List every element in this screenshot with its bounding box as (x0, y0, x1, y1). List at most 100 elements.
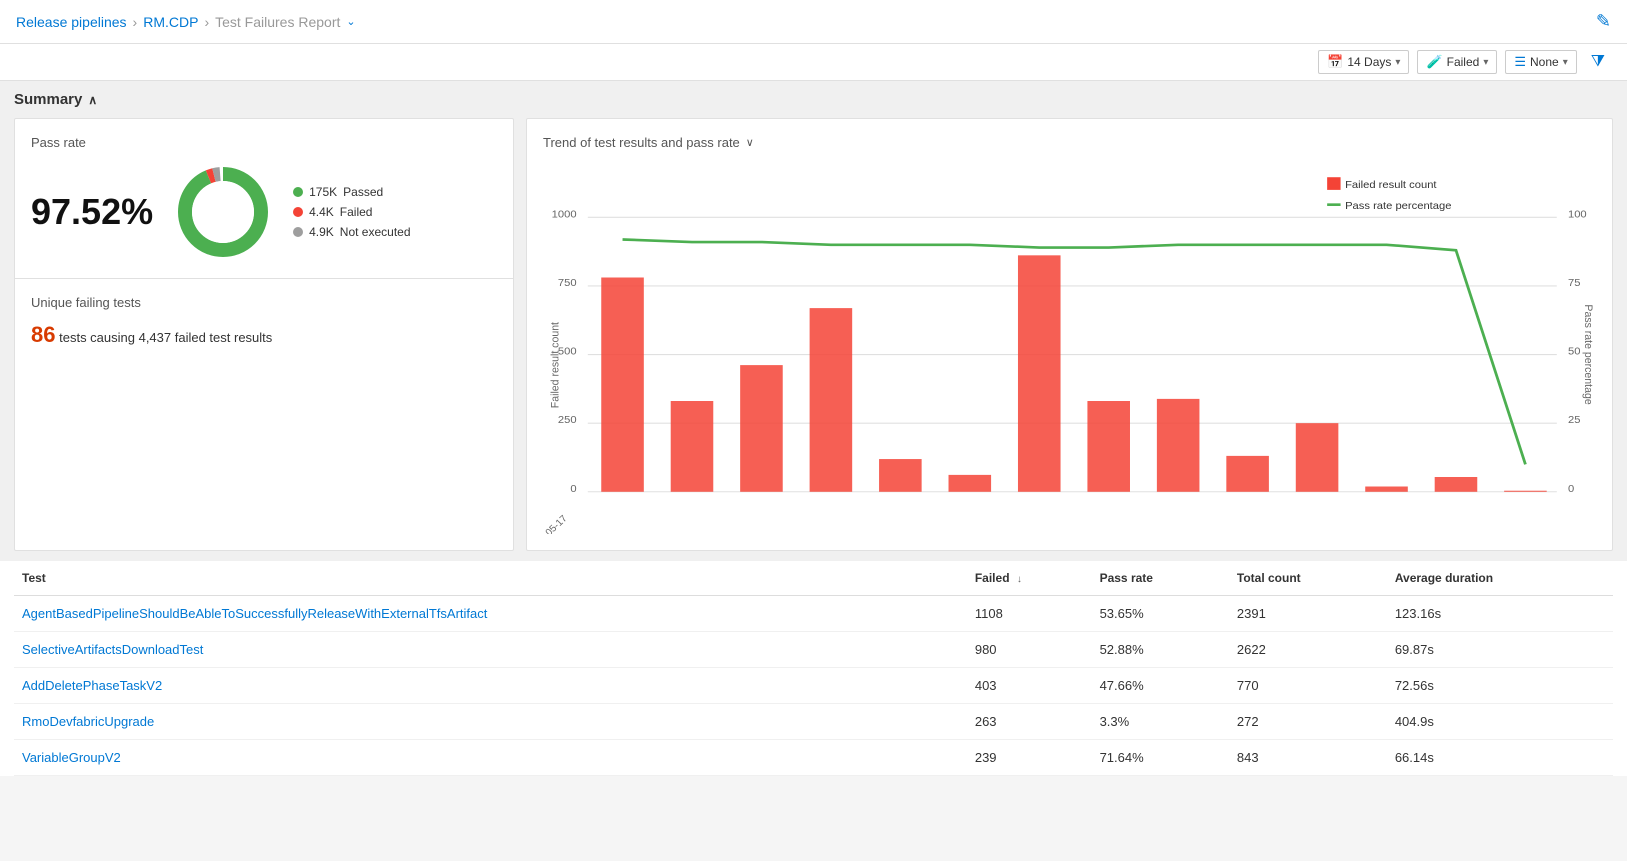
col-failed[interactable]: Failed ↓ (967, 561, 1092, 596)
left-card: Pass rate 97.52% (14, 118, 514, 551)
cell-test[interactable]: AgentBasedPipelineShouldBeAbleToSuccessf… (14, 596, 967, 632)
edit-icon[interactable]: ✎ (1596, 11, 1611, 32)
group-icon: ☰ (1514, 54, 1526, 70)
cell-test[interactable]: SelectiveArtifactsDownloadTest (14, 632, 967, 668)
svg-text:1000: 1000 (552, 209, 577, 221)
cell-test[interactable]: AddDeletePhaseTaskV2 (14, 668, 967, 704)
cell-failed: 263 (967, 704, 1092, 740)
main-content: Summary ∧ Pass rate 97.52% (0, 81, 1627, 776)
cell-pass-rate: 53.65% (1092, 596, 1229, 632)
cell-pass-rate: 3.3% (1092, 704, 1229, 740)
sort-icon-failed: ↓ (1017, 574, 1022, 585)
svg-text:2023-05-17: 2023-05-17 (543, 514, 570, 534)
svg-text:750: 750 (558, 277, 577, 289)
outcome-filter-label: Failed (1447, 55, 1480, 69)
svg-text:100: 100 (1568, 209, 1587, 221)
table-row: AgentBasedPipelineShouldBeAbleToSuccessf… (14, 596, 1613, 632)
legend-notexec: 4.9K Not executed (293, 225, 410, 239)
pass-rate-title: Pass rate (31, 135, 497, 150)
cell-failed: 980 (967, 632, 1092, 668)
svg-text:Failed result count: Failed result count (1345, 179, 1436, 191)
legend-dot-failed (293, 207, 303, 217)
table-row: VariableGroupV2 239 71.64% 843 66.14s (14, 740, 1613, 776)
legend-dot-passed (293, 187, 303, 197)
cell-total-count: 770 (1229, 668, 1387, 704)
cell-avg-duration: 66.14s (1387, 740, 1613, 776)
svg-text:0: 0 (1568, 483, 1574, 495)
unique-failing-count: 86 (31, 322, 55, 347)
cell-pass-rate: 47.66% (1092, 668, 1229, 704)
cell-avg-duration: 72.56s (1387, 668, 1613, 704)
cell-pass-rate: 71.64% (1092, 740, 1229, 776)
trend-svg: 0 250 500 750 1000 0 25 50 75 100 (543, 154, 1596, 534)
legend-failed-label: Failed (340, 205, 373, 219)
legend: 175K Passed 4.4K Failed 4.9K (293, 185, 410, 239)
legend-notexec-count: 4.9K (309, 225, 334, 239)
pass-rate-value: 97.52% (31, 191, 153, 233)
summary-chevron: ∧ (88, 93, 97, 107)
svg-text:250: 250 (558, 414, 577, 426)
unique-failing-title: Unique failing tests (31, 295, 497, 310)
table-section: Test Failed ↓ Pass rate Total count Aver… (0, 561, 1627, 776)
chart-area: 0 250 500 750 1000 0 25 50 75 100 (543, 154, 1596, 534)
cell-test[interactable]: RmoDevfabricUpgrade (14, 704, 967, 740)
legend-passed-count: 175K (309, 185, 337, 199)
outcome-filter-caret: ▾ (1483, 57, 1488, 68)
cell-failed: 239 (967, 740, 1092, 776)
table-row: AddDeletePhaseTaskV2 403 47.66% 770 72.5… (14, 668, 1613, 704)
breadcrumb-release-pipelines[interactable]: Release pipelines (16, 14, 127, 30)
col-test: Test (14, 561, 967, 596)
col-avg-duration: Average duration (1387, 561, 1613, 596)
outcome-icon: 🧪 (1426, 54, 1442, 70)
legend-dot-notexec (293, 227, 303, 237)
breadcrumb: Release pipelines › RM.CDP › Test Failur… (16, 14, 356, 30)
table-row: RmoDevfabricUpgrade 263 3.3% 272 404.9s (14, 704, 1613, 740)
breadcrumb-caret[interactable]: ⌄ (346, 15, 355, 28)
cell-total-count: 2622 (1229, 632, 1387, 668)
trend-card: Trend of test results and pass rate ∨ 0 … (526, 118, 1613, 551)
svg-text:25: 25 (1568, 414, 1580, 426)
calendar-icon: 📅 (1327, 54, 1343, 70)
donut-chart (173, 162, 273, 262)
pass-rate-card: Pass rate 97.52% (15, 119, 513, 278)
cell-pass-rate: 52.88% (1092, 632, 1229, 668)
filter-icon-button[interactable]: ⧩ (1585, 50, 1611, 74)
trend-title: Trend of test results and pass rate (543, 135, 740, 150)
cell-test[interactable]: VariableGroupV2 (14, 740, 967, 776)
cell-total-count: 843 (1229, 740, 1387, 776)
cell-total-count: 2391 (1229, 596, 1387, 632)
days-filter-caret: ▾ (1395, 57, 1400, 68)
unique-failing-body: 86 tests causing 4,437 failed test resul… (31, 322, 497, 348)
summary-header[interactable]: Summary ∧ (14, 91, 1613, 108)
cell-avg-duration: 404.9s (1387, 704, 1613, 740)
group-filter-caret: ▾ (1563, 57, 1568, 68)
col-total-count: Total count (1229, 561, 1387, 596)
cell-failed: 1108 (967, 596, 1092, 632)
legend-failed: 4.4K Failed (293, 205, 410, 219)
days-filter-label: 14 Days (1347, 55, 1391, 69)
unique-failing-text2: tests causing 4,437 failed test results (59, 330, 272, 345)
top-bar: Release pipelines › RM.CDP › Test Failur… (0, 0, 1627, 44)
pass-rate-body: 97.52% (31, 162, 497, 262)
unique-failing-card: Unique failing tests 86 tests causing 4,… (15, 279, 513, 364)
outcome-filter[interactable]: 🧪 Failed ▾ (1417, 50, 1497, 74)
table-header-row: Test Failed ↓ Pass rate Total count Aver… (14, 561, 1613, 596)
cell-avg-duration: 123.16s (1387, 596, 1613, 632)
group-filter-label: None (1530, 55, 1559, 69)
cell-total-count: 272 (1229, 704, 1387, 740)
trend-caret: ∨ (746, 136, 754, 149)
breadcrumb-rm-cdp[interactable]: RM.CDP (143, 14, 198, 30)
legend-notexec-label: Not executed (340, 225, 411, 239)
legend-failed-count: 4.4K (309, 205, 334, 219)
trend-header[interactable]: Trend of test results and pass rate ∨ (543, 135, 1596, 150)
svg-text:Pass rate percentage: Pass rate percentage (1582, 304, 1594, 404)
svg-text:Failed result count: Failed result count (549, 322, 561, 408)
svg-text:Pass rate percentage: Pass rate percentage (1345, 200, 1451, 212)
filter-bar: 📅 14 Days ▾ 🧪 Failed ▾ ☰ None ▾ ⧩ (0, 44, 1627, 81)
table-wrapper: Test Failed ↓ Pass rate Total count Aver… (14, 561, 1613, 776)
group-filter[interactable]: ☰ None ▾ (1505, 50, 1576, 74)
days-filter[interactable]: 📅 14 Days ▾ (1318, 50, 1409, 74)
legend-passed: 175K Passed (293, 185, 410, 199)
svg-text:75: 75 (1568, 277, 1580, 289)
col-pass-rate: Pass rate (1092, 561, 1229, 596)
